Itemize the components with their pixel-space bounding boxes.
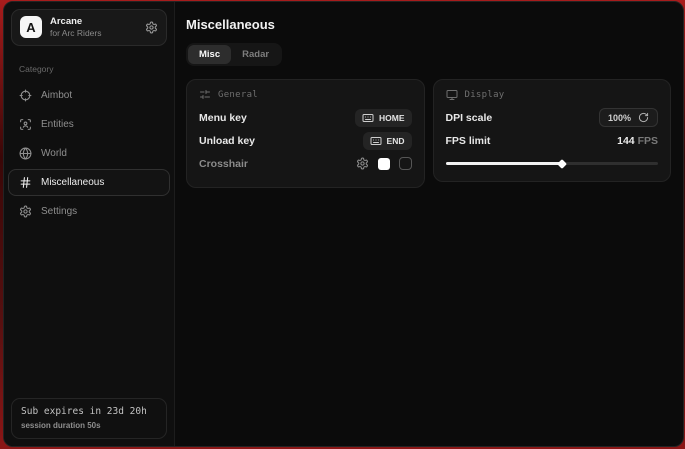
app-logo: A bbox=[20, 16, 42, 38]
display-card: Display DPI scale 100% FPS limit 144 bbox=[433, 79, 672, 182]
sidebar: A Arcane for Arc Riders Category Aimbot … bbox=[4, 2, 175, 446]
sidebar-item-settings[interactable]: Settings bbox=[8, 198, 170, 225]
sliders-icon bbox=[199, 89, 211, 101]
menu-key-label: Menu key bbox=[199, 112, 247, 124]
gear-icon[interactable] bbox=[145, 21, 158, 34]
dpi-scale-button[interactable]: 100% bbox=[599, 108, 658, 127]
monitor-icon bbox=[446, 89, 458, 101]
tab-misc[interactable]: Misc bbox=[188, 45, 231, 64]
sidebar-item-label: Settings bbox=[41, 206, 77, 217]
app-title: Arcane bbox=[50, 16, 102, 28]
settings-cards: General Menu key HOME Unload key bbox=[186, 79, 671, 188]
sidebar-item-entities[interactable]: Entities bbox=[8, 111, 170, 138]
tab-radar[interactable]: Radar bbox=[231, 45, 280, 64]
menu-key-row: Menu key HOME bbox=[199, 106, 412, 129]
globe-icon bbox=[19, 147, 32, 160]
crosshair-label: Crosshair bbox=[199, 158, 248, 170]
category-section-label: Category bbox=[19, 64, 174, 74]
fps-slider-thumb[interactable] bbox=[557, 159, 567, 169]
fps-limit-value: 144 bbox=[617, 135, 635, 147]
general-card-header: General bbox=[199, 89, 412, 101]
fps-limit-value-wrap: 144 FPS bbox=[617, 135, 658, 147]
refresh-cycle-icon bbox=[638, 112, 649, 123]
fps-limit-row: FPS limit 144 FPS bbox=[446, 129, 659, 152]
sidebar-item-label: Aimbot bbox=[41, 90, 72, 101]
crosshair-color-swatch[interactable] bbox=[378, 158, 390, 170]
sidebar-item-world[interactable]: World bbox=[8, 140, 170, 167]
crosshair-target-icon bbox=[19, 89, 32, 102]
crosshair-row: Crosshair bbox=[199, 152, 412, 175]
general-card: General Menu key HOME Unload key bbox=[186, 79, 425, 188]
unload-key-bind-button[interactable]: END bbox=[363, 132, 412, 150]
general-card-title: General bbox=[218, 90, 258, 100]
sidebar-item-label: World bbox=[41, 148, 67, 159]
dpi-scale-row: DPI scale 100% bbox=[446, 106, 659, 129]
menu-key-value: HOME bbox=[379, 113, 405, 123]
sidebar-item-label: Miscellaneous bbox=[41, 177, 104, 188]
display-card-title: Display bbox=[465, 90, 505, 100]
app-subtitle: for Arc Riders bbox=[50, 28, 102, 39]
hash-grid-icon bbox=[19, 176, 32, 189]
sidebar-item-aimbot[interactable]: Aimbot bbox=[8, 82, 170, 109]
subscription-info-card: Sub expires in 23d 20h session duration … bbox=[11, 398, 167, 439]
app-window: A Arcane for Arc Riders Category Aimbot … bbox=[3, 1, 684, 447]
unload-key-value: END bbox=[387, 136, 405, 146]
gear-icon[interactable] bbox=[356, 157, 369, 170]
sidebar-item-label: Entities bbox=[41, 119, 74, 130]
session-duration: session duration 50s bbox=[21, 421, 157, 430]
keyboard-icon bbox=[370, 135, 382, 147]
dpi-scale-value: 100% bbox=[608, 113, 631, 123]
display-card-header: Display bbox=[446, 89, 659, 101]
keyboard-icon bbox=[362, 112, 374, 124]
fps-limit-slider[interactable] bbox=[446, 162, 659, 165]
subscription-expiry: Sub expires in 23d 20h bbox=[21, 406, 157, 417]
fps-limit-unit: FPS bbox=[638, 135, 658, 147]
sidebar-header-card: A Arcane for Arc Riders bbox=[11, 9, 167, 46]
menu-key-bind-button[interactable]: HOME bbox=[355, 109, 412, 127]
fps-limit-label: FPS limit bbox=[446, 135, 491, 147]
page-title: Miscellaneous bbox=[186, 17, 671, 32]
app-identity: Arcane for Arc Riders bbox=[50, 16, 102, 39]
dpi-scale-label: DPI scale bbox=[446, 112, 493, 124]
crosshair-controls bbox=[356, 157, 412, 170]
main-content: Miscellaneous Misc Radar General Menu ke… bbox=[175, 2, 683, 446]
crosshair-checkbox[interactable] bbox=[399, 157, 412, 170]
unload-key-row: Unload key END bbox=[199, 129, 412, 152]
gear-icon bbox=[19, 205, 32, 218]
sidebar-item-miscellaneous[interactable]: Miscellaneous bbox=[8, 169, 170, 196]
unload-key-label: Unload key bbox=[199, 135, 255, 147]
fps-slider-fill bbox=[446, 162, 563, 165]
tab-bar: Misc Radar bbox=[186, 43, 282, 66]
scan-person-icon bbox=[19, 118, 32, 131]
